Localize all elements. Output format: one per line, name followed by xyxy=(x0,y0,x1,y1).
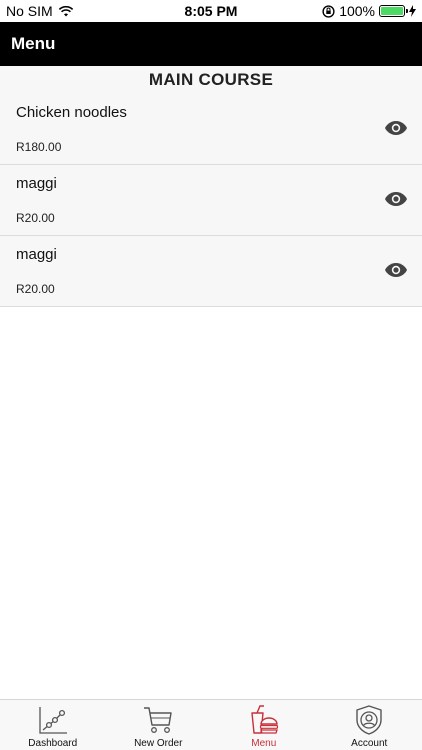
battery-icon xyxy=(379,5,408,17)
item-price: R180.00 xyxy=(16,140,62,154)
section-title: MAIN COURSE xyxy=(0,66,422,94)
nav-title: Menu xyxy=(11,34,56,53)
eye-icon[interactable] xyxy=(384,262,408,278)
item-name: maggi xyxy=(16,246,57,263)
menu-item[interactable]: Chicken noodles R180.00 xyxy=(0,94,422,165)
tab-dashboard[interactable]: Dashboard xyxy=(0,700,106,750)
tab-new-order[interactable]: New Order xyxy=(106,700,212,750)
tab-account[interactable]: Account xyxy=(317,700,422,750)
item-price: R20.00 xyxy=(16,282,55,296)
chart-icon xyxy=(39,707,67,734)
tab-label: Account xyxy=(351,738,388,749)
eye-icon[interactable] xyxy=(384,120,408,136)
tab-menu[interactable]: Menu xyxy=(211,700,317,750)
battery-fill xyxy=(381,7,403,15)
orientation-lock-icon xyxy=(322,4,335,18)
tab-label: Dashboard xyxy=(28,738,78,749)
item-name: Chicken noodles xyxy=(16,104,127,121)
charging-icon xyxy=(409,5,416,17)
battery-percent: 100% xyxy=(339,3,375,19)
status-bar: No SIM 8:05 PM 100% xyxy=(0,0,422,22)
tab-label: New Order xyxy=(134,738,183,749)
cart-icon xyxy=(144,707,172,733)
status-right: 100% xyxy=(322,3,416,19)
eye-icon[interactable] xyxy=(384,191,408,207)
tab-label: Menu xyxy=(251,738,277,749)
menu-item[interactable]: maggi R20.00 xyxy=(0,236,422,307)
item-price: R20.00 xyxy=(16,211,55,225)
menu-content: MAIN COURSE Chicken noodles R180.00 magg… xyxy=(0,66,422,699)
food-icon xyxy=(251,705,278,734)
item-name: maggi xyxy=(16,175,57,192)
nav-bar: Menu xyxy=(0,22,422,66)
menu-item[interactable]: maggi R20.00 xyxy=(0,165,422,236)
account-shield-icon xyxy=(356,705,382,735)
tab-bar: Dashboard New Order Menu Account xyxy=(0,699,422,750)
